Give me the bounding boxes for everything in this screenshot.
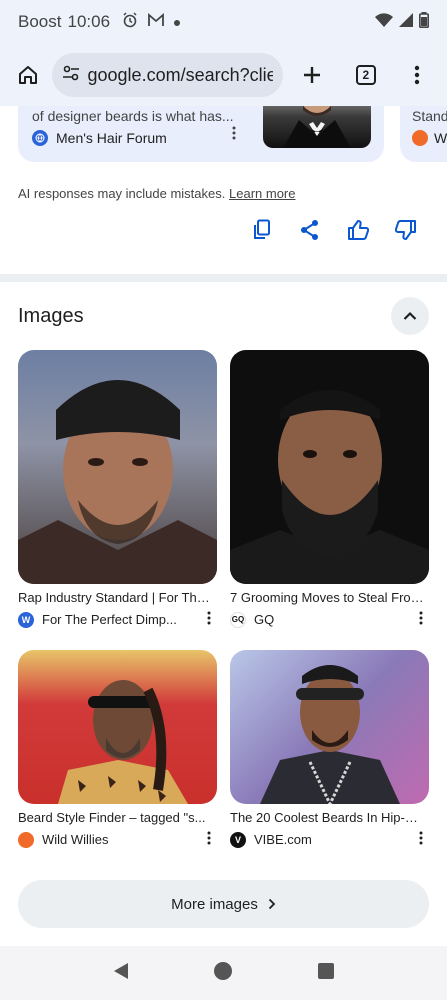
battery-icon — [419, 11, 429, 33]
image-thumbnail[interactable] — [230, 350, 429, 584]
image-caption: 7 Grooming Moves to Steal From Drake — [230, 590, 425, 605]
share-button[interactable] — [298, 218, 322, 242]
source-card[interactable]: of designer beards is what has... Men's … — [18, 106, 384, 162]
more-vert-icon — [232, 126, 236, 140]
recents-button[interactable] — [317, 962, 335, 985]
image-source: V VIBE.com — [230, 831, 429, 848]
thumbs-down-icon — [395, 220, 416, 240]
new-tab-button[interactable] — [293, 55, 332, 95]
image-more-button[interactable] — [419, 831, 423, 848]
more-vert-icon — [419, 611, 423, 625]
image-source: GQ GQ — [230, 611, 429, 628]
clock: 10:06 — [67, 12, 111, 31]
image-thumbnail[interactable] — [230, 650, 429, 804]
source-site-2-name: W — [434, 130, 447, 146]
site-favicon-icon — [412, 130, 428, 146]
overflow-menu-button[interactable] — [398, 55, 437, 95]
image-result[interactable]: The 20 Coolest Beards In Hip-Hop V VIBE.… — [230, 650, 429, 848]
more-images-button[interactable]: More images — [18, 880, 429, 928]
recents-icon — [318, 962, 335, 979]
image-more-button[interactable] — [419, 611, 423, 628]
copy-icon — [254, 219, 270, 239]
share-icon — [301, 220, 318, 240]
image-more-button[interactable] — [207, 611, 211, 628]
plus-icon — [304, 67, 321, 83]
site-settings-icon[interactable] — [62, 64, 80, 87]
ai-actions — [250, 218, 418, 242]
image-result[interactable]: Beard Style Finder – tagged "s... Wild W… — [18, 650, 217, 848]
image-source: Wild Willies — [18, 831, 217, 848]
image-caption: The 20 Coolest Beards In Hip-Hop — [230, 810, 425, 825]
source-card-2[interactable]: Stand W — [400, 106, 447, 162]
system-nav-bar — [0, 946, 447, 1000]
image-source-name: For The Perfect Dimp... — [42, 612, 177, 627]
tab-switcher-button[interactable]: 2 — [346, 55, 385, 95]
learn-more-link[interactable]: Learn more — [229, 186, 295, 201]
browser-toolbar: google.com/search?client=ms-android 2 — [0, 44, 447, 106]
vibe-icon: V — [230, 831, 246, 848]
image-caption: Beard Style Finder – tagged "s... — [18, 810, 206, 825]
source-thumbnail[interactable] — [263, 106, 371, 148]
section-divider — [0, 274, 447, 282]
images-title: Images — [18, 304, 84, 327]
address-bar[interactable]: google.com/search?client=ms-android — [51, 53, 283, 97]
image-caption: Rap Industry Standard | For The Perfect … — [18, 590, 213, 605]
chevron-up-icon — [403, 311, 417, 320]
image-source: W For The Perfect Dimp... — [18, 611, 217, 628]
thumbs-up-button[interactable] — [346, 218, 370, 242]
tab-count: 2 — [355, 65, 376, 85]
image-more-button[interactable] — [207, 831, 211, 848]
home-nav-button[interactable] — [213, 961, 233, 986]
collapse-images-button[interactable] — [391, 297, 429, 335]
status-bar: Boost 10:06 — [0, 0, 447, 44]
more-vert-icon — [419, 831, 423, 845]
globe-icon — [32, 130, 48, 146]
alarm-icon — [122, 11, 138, 33]
more-vert-icon — [207, 831, 211, 845]
image-source-name: Wild Willies — [42, 832, 109, 847]
source-snippet: of designer beards is what has... — [32, 108, 234, 124]
source-site: Men's Hair Forum — [32, 130, 167, 146]
signal-icon — [399, 12, 413, 32]
wordpress-icon: W — [18, 611, 34, 628]
image-thumbnail[interactable] — [18, 650, 217, 804]
gmail-icon — [148, 12, 164, 32]
image-result[interactable]: 7 Grooming Moves to Steal From Drake GQ … — [230, 350, 429, 628]
source-site-name: Men's Hair Forum — [56, 130, 167, 146]
gq-icon: GQ — [230, 611, 246, 628]
url-text: google.com/search?client=ms-android — [87, 64, 273, 85]
image-result[interactable]: Rap Industry Standard | For The Perfect … — [18, 350, 217, 628]
thumbs-down-button[interactable] — [394, 218, 418, 242]
ai-overview: of designer beards is what has... Men's … — [0, 106, 447, 274]
wifi-icon — [375, 12, 393, 32]
copy-button[interactable] — [250, 218, 274, 242]
notification-dot-icon — [174, 13, 181, 31]
chevron-right-icon — [268, 898, 276, 910]
source-site-2: W — [412, 130, 447, 146]
image-thumbnail[interactable] — [18, 350, 217, 584]
ai-disclaimer: AI responses may include mistakes. Learn… — [18, 186, 295, 201]
more-images-label: More images — [171, 895, 258, 913]
carrier-name: Boost — [18, 12, 62, 31]
source-snippet-2: Stand — [412, 108, 447, 124]
home-icon — [18, 66, 37, 84]
image-source-name: VIBE.com — [254, 832, 312, 847]
thumbs-up-icon — [348, 220, 369, 240]
menu-icon — [415, 65, 420, 85]
images-header: Images — [18, 296, 429, 336]
back-icon — [113, 962, 128, 979]
disclaimer-text: AI responses may include mistakes. — [18, 186, 226, 201]
home-button[interactable] — [10, 57, 46, 93]
home-circle-icon — [214, 961, 233, 980]
more-vert-icon — [207, 611, 211, 625]
site-favicon-icon — [18, 831, 34, 848]
back-button[interactable] — [112, 962, 130, 985]
source-more-button[interactable] — [232, 126, 236, 145]
image-source-name: GQ — [254, 612, 275, 627]
